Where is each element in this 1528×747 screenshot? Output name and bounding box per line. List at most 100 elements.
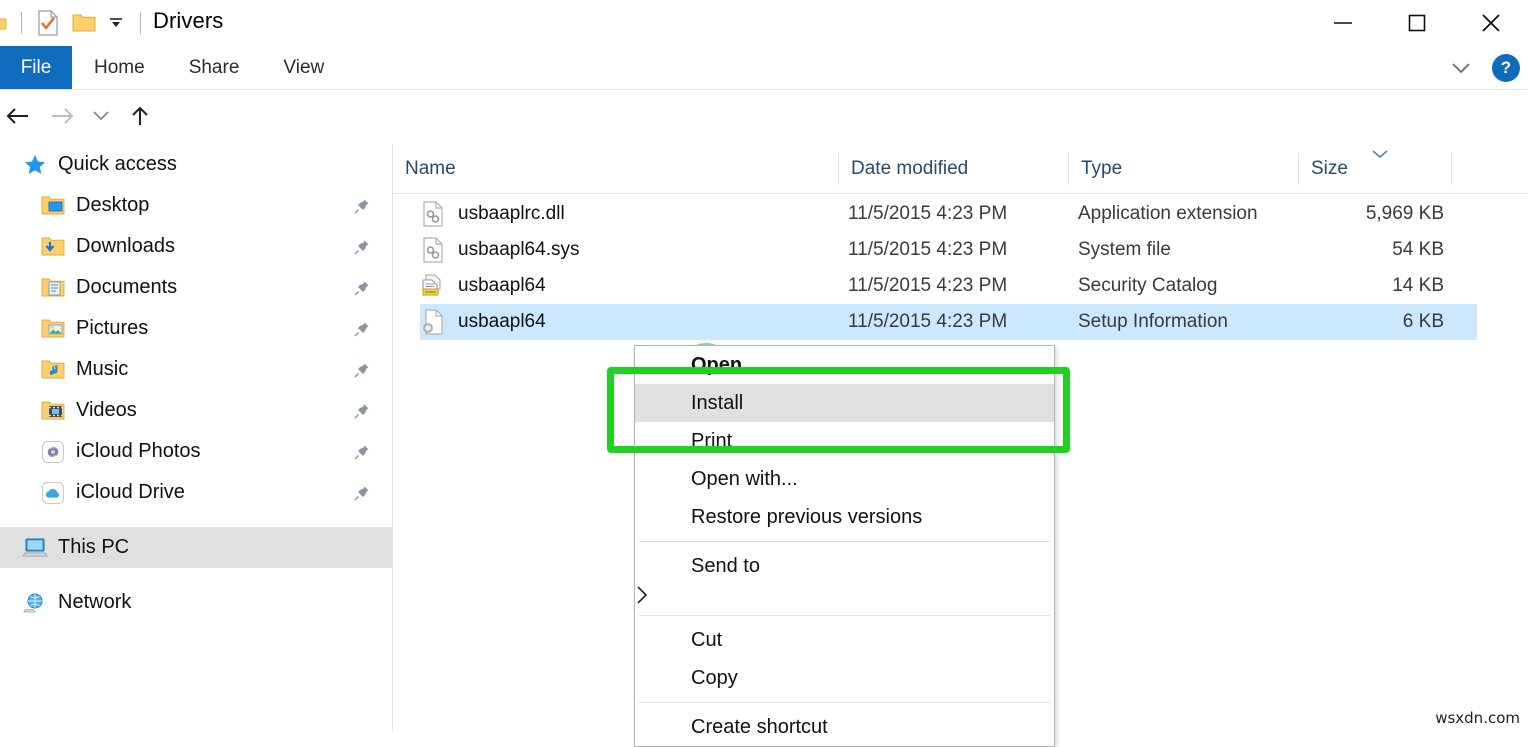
documents-folder-icon: [40, 276, 66, 300]
menu-item-restore-previous-versions-row: Restore previous versions: [635, 498, 1054, 536]
pin-icon[interactable]: [354, 321, 370, 337]
menu-separator: [639, 615, 1050, 616]
sidebar-item-label: Network: [58, 591, 131, 614]
sidebar-item-icloud-drive[interactable]: iCloud Drive: [0, 472, 392, 513]
tab-share[interactable]: Share: [167, 46, 262, 90]
sidebar-item-icloud-photos[interactable]: iCloud Photos: [0, 431, 392, 472]
sort-descending-icon: [1371, 147, 1389, 162]
file-name-cell: usbaapl64.sys: [420, 236, 579, 264]
folder-icon[interactable]: [71, 10, 97, 36]
file-explorer-window: Drivers File Home Share View ?: [0, 0, 1528, 731]
menu-item-open-with-row: Open with...: [635, 460, 1054, 498]
customize-quick-access-caret-icon[interactable]: [105, 10, 127, 36]
sidebar-item-label: Downloads: [76, 235, 175, 258]
file-rows: usbaaplrc.dll 11/5/2015 4:23 PM Applicat…: [393, 196, 1528, 340]
maximize-button[interactable]: [1380, 0, 1454, 46]
address-bar-row: « Program Files › Common Files › Apple ›…: [0, 90, 1528, 142]
pin-icon[interactable]: [354, 239, 370, 255]
menu-separator: [639, 541, 1050, 542]
file-size-cell: 5,969 KB: [1308, 203, 1444, 225]
column-divider[interactable]: [1451, 153, 1452, 185]
pin-icon[interactable]: [354, 362, 370, 378]
pin-icon[interactable]: [354, 280, 370, 296]
sidebar-item-label: iCloud Drive: [76, 481, 185, 504]
menu-item-copy[interactable]: Copy: [635, 659, 1054, 697]
pin-icon[interactable]: [354, 485, 370, 501]
minimize-button[interactable]: [1306, 0, 1380, 46]
column-header-type[interactable]: Type: [1069, 144, 1298, 194]
pin-icon[interactable]: [354, 403, 370, 419]
close-button[interactable]: [1454, 0, 1528, 46]
setup-information-icon: [420, 308, 446, 336]
menu-item-print-row: Print: [635, 422, 1054, 460]
navigation-pane: Quick access Desktop Downloads: [0, 144, 392, 731]
file-name: usbaapl64: [458, 311, 546, 333]
menu-item-open-with[interactable]: Open with...: [635, 460, 1054, 498]
column-header-label: Date modified: [839, 158, 968, 180]
column-headers: Name Date modified Type Size: [393, 144, 1528, 194]
column-header-label: Type: [1069, 158, 1122, 180]
sidebar-item-desktop[interactable]: Desktop: [0, 185, 392, 226]
column-header-size[interactable]: Size: [1299, 144, 1451, 194]
column-header-name[interactable]: Name: [393, 144, 838, 194]
up-button[interactable]: [122, 98, 158, 134]
chevron-down-icon[interactable]: [1444, 51, 1478, 85]
pin-icon[interactable]: [354, 198, 370, 214]
menu-item-install-row: Install: [635, 384, 1054, 422]
menu-item-cut-row: Cut: [635, 621, 1054, 659]
ribbon-right-controls: ?: [1444, 46, 1520, 90]
tab-view[interactable]: View: [261, 46, 346, 90]
sidebar-item-label: Pictures: [76, 317, 148, 340]
sidebar-item-downloads[interactable]: Downloads: [0, 226, 392, 267]
menu-item-print[interactable]: Print: [635, 422, 1054, 460]
table-row[interactable]: usbaapl64 11/5/2015 4:23 PM Setup Inform…: [420, 304, 1477, 340]
table-row[interactable]: usbaapl64.sys 11/5/2015 4:23 PM System f…: [420, 232, 1477, 268]
column-header-label: Name: [393, 158, 456, 180]
recent-locations-button[interactable]: [86, 98, 116, 134]
menu-item-restore-previous-versions[interactable]: Restore previous versions: [635, 498, 1054, 536]
file-name-cell: usbaapl64: [420, 308, 546, 336]
menu-item-open-row: Open: [635, 346, 1054, 384]
icloud-drive-icon: [40, 481, 66, 505]
file-size-cell: 6 KB: [1308, 311, 1444, 333]
tab-file[interactable]: File: [0, 46, 72, 90]
menu-item-send-to[interactable]: Send to: [635, 547, 1054, 585]
forward-button[interactable]: [44, 98, 80, 134]
help-button[interactable]: ?: [1492, 54, 1520, 82]
videos-folder-icon: [40, 399, 66, 423]
menu-separator: [639, 702, 1050, 703]
column-header-date-modified[interactable]: Date modified: [839, 144, 1068, 194]
pin-icon[interactable]: [354, 444, 370, 460]
sidebar-item-quick-access[interactable]: Quick access: [0, 144, 392, 185]
sys-file-icon: [420, 236, 446, 264]
header-rule: [393, 193, 1528, 194]
file-date-cell: 11/5/2015 4:23 PM: [848, 239, 1007, 261]
tab-home[interactable]: Home: [72, 46, 167, 90]
file-type-cell: Setup Information: [1078, 311, 1228, 333]
menu-item-install[interactable]: Install: [635, 384, 1054, 422]
menu-item-send-to-row[interactable]: Send to: [635, 547, 1054, 610]
menu-item-open[interactable]: Open: [635, 346, 1054, 384]
table-row[interactable]: usbaaplrc.dll 11/5/2015 4:23 PM Applicat…: [420, 196, 1477, 232]
sidebar-item-label: Quick access: [58, 153, 177, 176]
file-name-cell: usbaaplrc.dll: [420, 200, 565, 228]
table-row[interactable]: usbaapl64 11/5/2015 4:23 PM Security Cat…: [420, 268, 1477, 304]
menu-item-create-shortcut[interactable]: Create shortcut: [635, 708, 1054, 746]
sidebar-item-documents[interactable]: Documents: [0, 267, 392, 308]
menu-item-cut[interactable]: Cut: [635, 621, 1054, 659]
file-date-cell: 11/5/2015 4:23 PM: [848, 275, 1007, 297]
sidebar-item-label: Desktop: [76, 194, 149, 217]
back-button[interactable]: [0, 98, 36, 134]
sidebar-item-pictures[interactable]: Pictures: [0, 308, 392, 349]
sidebar-item-music[interactable]: Music: [0, 349, 392, 390]
quick-access-toolbar: [0, 0, 154, 46]
security-catalog-icon: [420, 272, 446, 300]
file-name: usbaapl64: [458, 275, 546, 297]
sidebar-item-this-pc[interactable]: This PC: [0, 527, 392, 568]
checkmark-document-icon[interactable]: [35, 10, 61, 36]
toolbar-separator-2: [140, 12, 141, 34]
submenu-chevron-icon: [635, 592, 649, 609]
sidebar-item-label: Videos: [76, 399, 137, 422]
sidebar-item-videos[interactable]: Videos: [0, 390, 392, 431]
sidebar-item-network[interactable]: Network: [0, 582, 392, 623]
